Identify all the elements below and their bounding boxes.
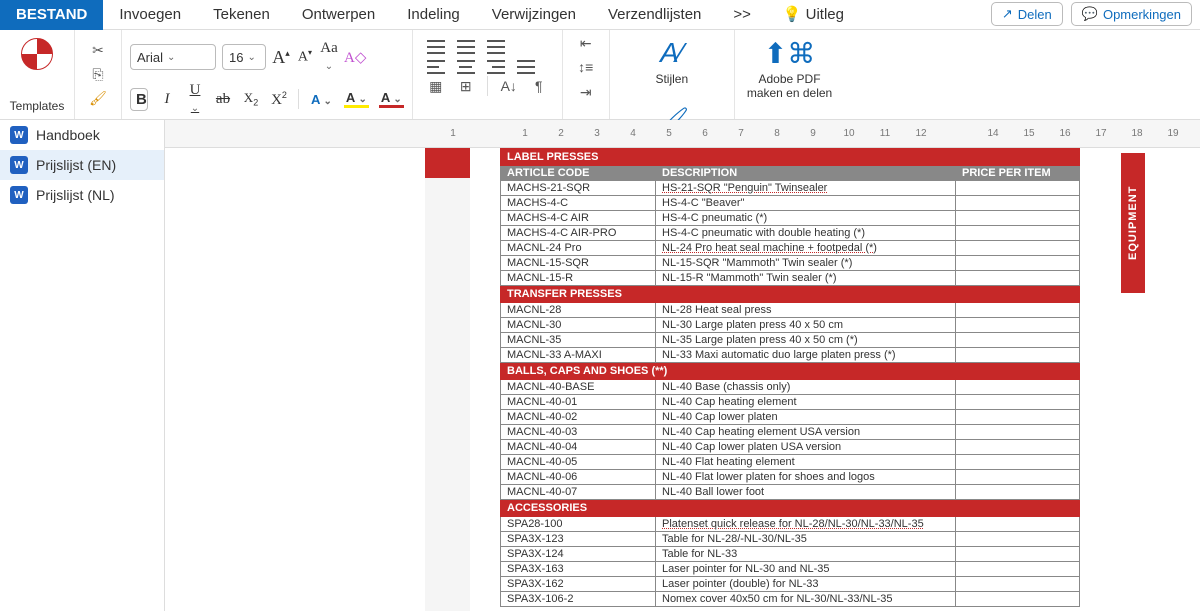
- table-row[interactable]: MACNL-35NL-35 Large platen press 40 x 50…: [501, 333, 1080, 348]
- shading-button[interactable]: ▦: [427, 77, 445, 95]
- nav-item-prijslijst-en[interactable]: WPrijslijst (EN): [0, 150, 164, 180]
- format-painter-icon[interactable]: 🖌: [89, 90, 107, 108]
- font-size-select[interactable]: 16⌄: [222, 44, 266, 70]
- word-icon: W: [10, 126, 28, 144]
- indent-increase-button[interactable]: ⇥: [577, 84, 595, 102]
- table-row[interactable]: MACNL-40-05NL-40 Flat heating element: [501, 455, 1080, 470]
- align-left-button[interactable]: [427, 60, 445, 74]
- table-row[interactable]: MACHS-21-SQRHS-21-SQR "Penguin" Twinseal…: [501, 181, 1080, 196]
- table-row[interactable]: MACHS-4-C AIR-PROHS-4-C pneumatic with d…: [501, 226, 1080, 241]
- grow-font-button[interactable]: A▴: [272, 47, 290, 68]
- table-row[interactable]: SPA3X-124Table for NL-33: [501, 547, 1080, 562]
- table-row[interactable]: MACNL-40-07NL-40 Ball lower foot: [501, 485, 1080, 500]
- nav-item-prijslijst-nl[interactable]: WPrijslijst (NL): [0, 180, 164, 210]
- table-row[interactable]: MACNL-40-02NL-40 Cap lower platen: [501, 410, 1080, 425]
- templates-logo-icon: [21, 38, 53, 70]
- lightbulb-icon: 💡: [783, 6, 802, 23]
- table-row[interactable]: MACNL-40-03NL-40 Cap heating element USA…: [501, 425, 1080, 440]
- subscript-button[interactable]: X2: [242, 90, 260, 108]
- align-right-button[interactable]: [487, 60, 505, 74]
- templates-label: Templates: [0, 99, 74, 113]
- justify-button[interactable]: [517, 60, 535, 74]
- share-button[interactable]: ↗Delen: [991, 2, 1063, 26]
- table-row[interactable]: SPA3X-123Table for NL-28/-NL-30/NL-35: [501, 532, 1080, 547]
- nav-item-handboek[interactable]: WHandboek: [0, 120, 164, 150]
- copy-icon[interactable]: ⎘: [89, 66, 107, 84]
- comments-button[interactable]: 💬Opmerkingen: [1071, 2, 1192, 26]
- table-row[interactable]: MACHS-4-C AIRHS-4-C pneumatic (*): [501, 211, 1080, 226]
- strike-button[interactable]: ab: [214, 91, 232, 108]
- styles-button[interactable]: A⁄ Stijlen: [655, 36, 688, 86]
- tab-references[interactable]: Verwijzingen: [476, 0, 592, 30]
- table-row[interactable]: MACNL-30NL-30 Large platen press 40 x 50…: [501, 318, 1080, 333]
- table-row[interactable]: MACHS-4-CHS-4-C "Beaver": [501, 196, 1080, 211]
- font-name-select[interactable]: Arial⌄: [130, 44, 216, 70]
- table-row[interactable]: MACNL-15-SQRNL-15-SQR "Mammoth" Twin sea…: [501, 256, 1080, 271]
- bullets-button[interactable]: [427, 40, 445, 54]
- table-row[interactable]: SPA28-100Platenset quick release for NL-…: [501, 517, 1080, 532]
- line-spacing-button[interactable]: ↕≡: [577, 58, 595, 76]
- price-table[interactable]: LABEL PRESSESARTICLE CODEDESCRIPTIONPRIC…: [500, 148, 1080, 607]
- tab-file[interactable]: BESTAND: [0, 0, 103, 30]
- tab-mailings[interactable]: Verzendlijsten: [592, 0, 717, 30]
- toolbar: Templates ✂ ⎘ 🖌 Arial⌄ 16⌄ A▴ A▾ Aa ⌄ A◇…: [0, 30, 1200, 120]
- highlight-button[interactable]: A ⌄: [344, 90, 369, 108]
- adobe-group: ⬆⌘ Adobe PDFmaken en delen ✍ Vragen omha…: [735, 30, 844, 119]
- tab-design[interactable]: Ontwerpen: [286, 0, 391, 30]
- multilevel-button[interactable]: [487, 40, 505, 54]
- font-color-button[interactable]: A ⌄: [379, 90, 404, 108]
- superscript-button[interactable]: X2: [270, 90, 288, 109]
- table-row[interactable]: MACNL-15-RNL-15-R "Mammoth" Twin sealer …: [501, 271, 1080, 286]
- table-row[interactable]: MACNL-28NL-28 Heat seal press: [501, 303, 1080, 318]
- navigation-panel: WHandboek WPrijslijst (EN) WPrijslijst (…: [0, 120, 165, 611]
- share-icon: ↗: [1002, 6, 1013, 22]
- ribbon-tabs: BESTAND Invoegen Tekenen Ontwerpen Indel…: [0, 0, 1200, 30]
- italic-button[interactable]: I: [158, 91, 176, 108]
- tab-help[interactable]: 💡Uitleg: [767, 0, 860, 30]
- word-icon: W: [10, 186, 28, 204]
- pdf-icon: ⬆⌘: [764, 36, 815, 70]
- numbering-button[interactable]: [457, 40, 475, 54]
- indent-decrease-button[interactable]: ⇤: [577, 34, 595, 52]
- content-area: WHandboek WPrijslijst (EN) WPrijslijst (…: [0, 120, 1200, 611]
- table-row[interactable]: MACNL-40-06NL-40 Flat lower platen for s…: [501, 470, 1080, 485]
- table-row[interactable]: MACNL-40-01NL-40 Cap heating element: [501, 395, 1080, 410]
- cut-icon[interactable]: ✂: [89, 42, 107, 60]
- tab-insert[interactable]: Invoegen: [103, 0, 197, 30]
- bold-button[interactable]: B: [130, 88, 148, 111]
- align-center-button[interactable]: [457, 60, 475, 74]
- show-marks-button[interactable]: ¶: [530, 77, 548, 95]
- styles-icon: A⁄: [660, 36, 683, 70]
- shrink-font-button[interactable]: A▾: [296, 48, 314, 66]
- comment-icon: 💬: [1082, 6, 1098, 22]
- sort-button[interactable]: A↓: [500, 77, 518, 95]
- table-row[interactable]: MACNL-40-04NL-40 Cap lower platen USA ve…: [501, 440, 1080, 455]
- adobe-pdf-button[interactable]: ⬆⌘ Adobe PDFmaken en delen: [747, 36, 832, 101]
- ruler[interactable]: 1123456789101112141516171819: [165, 120, 1200, 148]
- table-row[interactable]: MACNL-33 A-MAXINL-33 Maxi automatic duo …: [501, 348, 1080, 363]
- templates-group[interactable]: Templates: [0, 30, 75, 119]
- table-row[interactable]: SPA3X-106-2Nomex cover 40x50 cm for NL-3…: [501, 592, 1080, 607]
- tabs-more[interactable]: >>: [717, 0, 767, 30]
- document-area: 1123456789101112141516171819 EQUIPMENT L…: [165, 120, 1200, 611]
- table-row[interactable]: MACNL-24 ProNL-24 Pro heat seal machine …: [501, 241, 1080, 256]
- styles-group: A⁄ Stijlen 🖌 Deelvenster Stijlen: [610, 30, 735, 119]
- chevron-down-icon: ⌄: [167, 52, 175, 63]
- borders-button[interactable]: ⊞: [457, 77, 475, 95]
- equipment-tab: EQUIPMENT: [1121, 153, 1145, 293]
- chevron-down-icon: ⌄: [247, 52, 255, 63]
- clear-format-button[interactable]: A◇: [344, 48, 362, 67]
- table-row[interactable]: SPA3X-163Laser pointer for NL-30 and NL-…: [501, 562, 1080, 577]
- change-case-button[interactable]: Aa ⌄: [320, 40, 338, 74]
- text-effects-button[interactable]: A ⌄: [309, 92, 334, 107]
- tab-layout[interactable]: Indeling: [391, 0, 476, 30]
- word-icon: W: [10, 156, 28, 174]
- table-row[interactable]: SPA3X-162Laser pointer (double) for NL-3…: [501, 577, 1080, 592]
- table-row[interactable]: MACNL-40-BASENL-40 Base (chassis only): [501, 380, 1080, 395]
- page-margin-decor: [425, 148, 470, 611]
- tab-draw[interactable]: Tekenen: [197, 0, 286, 30]
- underline-button[interactable]: U ⌄: [186, 82, 204, 116]
